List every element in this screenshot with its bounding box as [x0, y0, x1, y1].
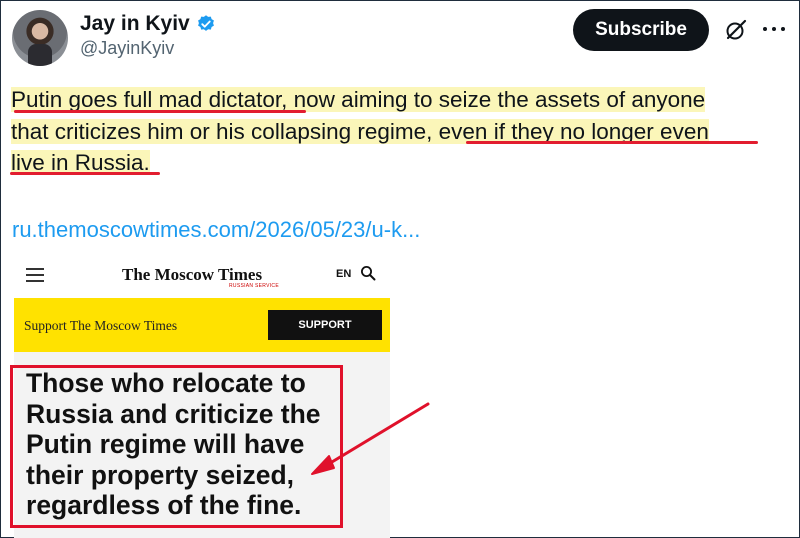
red-annotation-box — [10, 365, 343, 528]
grok-icon[interactable] — [724, 18, 748, 42]
tweet-text-segment: now aiming to seize the assets of anyone — [287, 87, 706, 112]
author-handle[interactable]: @JayinKyiv — [80, 38, 174, 59]
red-underline — [466, 141, 758, 144]
article-link[interactable]: ru.themoscowtimes.com/2026/05/23/u-k... — [12, 217, 420, 243]
tweet-text: Putin goes full mad dictator, now aiming… — [11, 84, 781, 179]
search-icon[interactable] — [360, 265, 376, 281]
menu-icon[interactable] — [26, 268, 44, 282]
site-logo-subtitle: RUSSIAN SERVICE — [229, 283, 279, 289]
support-button[interactable]: SUPPORT — [268, 310, 382, 340]
avatar[interactable] — [12, 10, 68, 66]
site-logo[interactable]: The Moscow Times — [122, 265, 262, 285]
support-banner-text: Support The Moscow Times — [24, 318, 178, 333]
subscribe-button[interactable]: Subscribe — [573, 9, 709, 51]
support-banner: Support The Moscow Times SUPPORT — [14, 298, 390, 352]
site-header: The Moscow Times RUSSIAN SERVICE EN — [14, 256, 390, 298]
tweet-text-segment: that criticizes him or his collapsing re… — [11, 118, 439, 144]
language-switch[interactable]: EN — [336, 268, 351, 280]
author-name-row: Jay in Kyiv — [80, 12, 216, 36]
more-icon[interactable] — [763, 20, 785, 38]
highlighted-phrase: Putin goes full mad dictator, — [11, 87, 288, 112]
red-underline — [14, 110, 306, 113]
verified-badge-icon — [197, 15, 214, 31]
highlighted-phrase: even if they no longer even — [438, 118, 709, 144]
red-underline — [10, 172, 160, 175]
author-name[interactable]: Jay in Kyiv — [80, 12, 190, 36]
